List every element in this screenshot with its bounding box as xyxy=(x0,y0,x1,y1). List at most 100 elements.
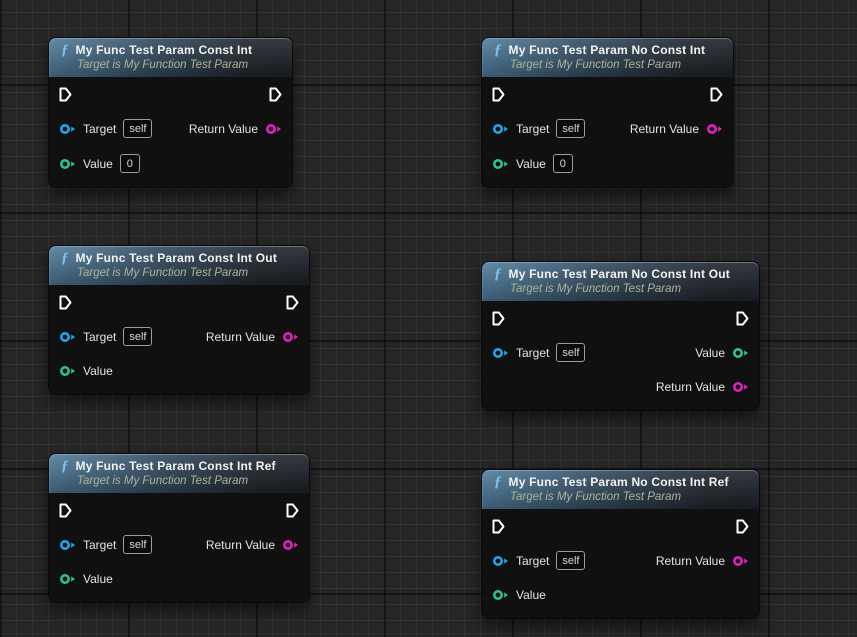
node-body: Targetself Return Value Value xyxy=(482,509,759,618)
return-value-output-pin[interactable]: Return Value xyxy=(630,122,723,136)
target-input-pin[interactable]: Targetself xyxy=(492,343,585,362)
node-header[interactable]: ƒMy Func Test Param Const Int OutTarget … xyxy=(49,246,309,285)
blueprint-node-my-func-test-param-const-int-ref[interactable]: ƒMy Func Test Param Const Int RefTarget … xyxy=(48,453,310,603)
exec-input-pin[interactable] xyxy=(492,311,505,326)
target-input-pin[interactable]: Targetself xyxy=(492,119,585,138)
int-pin-icon[interactable] xyxy=(59,158,76,170)
node-header[interactable]: ƒMy Func Test Param Const Int RefTarget … xyxy=(49,454,309,493)
pin-row xyxy=(49,85,292,103)
target-input-pin[interactable]: Targetself xyxy=(59,535,152,554)
ret-pin-icon[interactable] xyxy=(265,123,282,135)
exec-pin-icon[interactable] xyxy=(286,295,299,310)
exec-pin-icon[interactable] xyxy=(269,87,282,102)
exec-pin-icon[interactable] xyxy=(736,519,749,534)
blueprint-node-my-func-test-param-const-int-out[interactable]: ƒMy Func Test Param Const Int OutTarget … xyxy=(48,245,310,395)
node-body: Targetself Return Value Value xyxy=(49,493,309,602)
target-input-pin[interactable]: Targetself xyxy=(59,119,152,138)
pin-label: Return Value xyxy=(656,554,725,568)
target-default-value-field[interactable]: self xyxy=(123,535,152,554)
node-title: My Func Test Param Const Int xyxy=(76,43,253,57)
blueprint-node-my-func-test-param-const-int[interactable]: ƒMy Func Test Param Const IntTarget is M… xyxy=(48,37,293,188)
exec-pin-icon[interactable] xyxy=(736,311,749,326)
return-value-output-pin[interactable]: Return Value xyxy=(206,330,299,344)
exec-output-pin[interactable] xyxy=(286,295,299,310)
target-default-value-field[interactable]: self xyxy=(556,343,585,362)
object-pin-icon[interactable] xyxy=(59,123,76,135)
blueprint-node-my-func-test-param-no-const-int-out[interactable]: ƒMy Func Test Param No Const Int OutTarg… xyxy=(481,261,760,411)
target-input-pin[interactable]: Targetself xyxy=(492,551,585,570)
pin-label: Value xyxy=(516,588,546,602)
exec-pin-icon[interactable] xyxy=(710,87,723,102)
exec-input-pin[interactable] xyxy=(492,519,505,534)
object-pin-icon[interactable] xyxy=(59,331,76,343)
blueprint-node-my-func-test-param-no-const-int[interactable]: ƒMy Func Test Param No Const IntTarget i… xyxy=(481,37,734,188)
exec-pin-icon[interactable] xyxy=(492,311,505,326)
function-icon: ƒ xyxy=(494,44,502,57)
value-output-pin[interactable]: Value xyxy=(695,346,749,360)
blueprint-graph-canvas[interactable]: ƒ My Func Test Param Const Int Target is M… xyxy=(0,0,857,637)
exec-pin-icon[interactable] xyxy=(59,295,72,310)
node-subtitle: Target is My Function Test Param xyxy=(510,283,749,295)
object-pin-icon[interactable] xyxy=(492,123,509,135)
exec-output-pin[interactable] xyxy=(269,87,282,102)
value-input-pin[interactable]: Value0 xyxy=(492,154,573,173)
row-spacer xyxy=(748,595,749,596)
object-pin-icon[interactable] xyxy=(59,539,76,551)
exec-pin-icon[interactable] xyxy=(492,519,505,534)
node-header[interactable]: ƒMy Func Test Param No Const Int OutTarg… xyxy=(482,262,759,301)
exec-pin-icon[interactable] xyxy=(59,503,72,518)
node-subtitle: Target is My Function Test Param xyxy=(77,59,282,71)
exec-pin-icon[interactable] xyxy=(59,87,72,102)
object-pin-icon[interactable] xyxy=(492,555,509,567)
blueprint-node-my-func-test-param-no-const-int-ref[interactable]: ƒMy Func Test Param No Const Int RefTarg… xyxy=(481,469,760,619)
return-value-output-pin[interactable]: Return Value xyxy=(189,122,282,136)
pin-row xyxy=(482,309,759,327)
ret-pin-icon[interactable] xyxy=(732,555,749,567)
target-default-value-field[interactable]: self xyxy=(123,327,152,346)
value-input-pin[interactable]: Value 0 xyxy=(59,154,140,173)
exec-output-pin[interactable] xyxy=(736,519,749,534)
value-input-pin[interactable]: Value xyxy=(59,364,113,378)
ret-pin-icon[interactable] xyxy=(282,539,299,551)
exec-input-pin[interactable] xyxy=(59,295,72,310)
int-pin-icon[interactable] xyxy=(492,589,509,601)
pin-row xyxy=(49,293,309,311)
return-value-output-pin[interactable]: Return Value xyxy=(206,538,299,552)
value-input-pin[interactable]: Value xyxy=(59,572,113,586)
pin-label: Value xyxy=(83,157,113,171)
value-default-value-field[interactable]: 0 xyxy=(553,154,573,173)
pin-label: Return Value xyxy=(630,122,699,136)
int-pin-icon[interactable] xyxy=(59,573,76,585)
pin-label: Target xyxy=(83,330,116,344)
exec-input-pin[interactable] xyxy=(59,87,72,102)
node-header[interactable]: ƒMy Func Test Param Const IntTarget is M… xyxy=(49,38,292,77)
ret-pin-icon[interactable] xyxy=(282,331,299,343)
exec-output-pin[interactable] xyxy=(286,503,299,518)
exec-pin-icon[interactable] xyxy=(286,503,299,518)
value-default-value-field[interactable]: 0 xyxy=(120,154,140,173)
pin-row: Targetself Return Value xyxy=(49,119,292,138)
node-title: My Func Test Param No Const Int xyxy=(509,43,706,57)
int-pin-icon[interactable] xyxy=(59,365,76,377)
target-input-pin[interactable]: Target self xyxy=(59,327,152,346)
exec-input-pin[interactable] xyxy=(492,87,505,102)
pin-label: Value xyxy=(83,572,113,586)
value-input-pin[interactable]: Value xyxy=(492,588,546,602)
target-default-value-field[interactable]: self xyxy=(556,551,585,570)
exec-output-pin[interactable] xyxy=(736,311,749,326)
pin-row: Value xyxy=(49,570,309,588)
exec-pin-icon[interactable] xyxy=(492,87,505,102)
target-default-value-field[interactable]: self xyxy=(123,119,152,138)
exec-output-pin[interactable] xyxy=(710,87,723,102)
target-default-value-field[interactable]: self xyxy=(556,119,585,138)
int-pin-icon[interactable] xyxy=(492,158,509,170)
int-pin-icon[interactable] xyxy=(732,347,749,359)
exec-input-pin[interactable] xyxy=(59,503,72,518)
return-value-output-pin[interactable]: Return Value xyxy=(656,554,749,568)
return-value-output-pin[interactable]: Return Value xyxy=(656,380,749,394)
node-header[interactable]: ƒMy Func Test Param No Const Int RefTarg… xyxy=(482,470,759,509)
object-pin-icon[interactable] xyxy=(492,347,509,359)
ret-pin-icon[interactable] xyxy=(732,381,749,393)
node-header[interactable]: ƒMy Func Test Param No Const IntTarget i… xyxy=(482,38,733,77)
ret-pin-icon[interactable] xyxy=(706,123,723,135)
